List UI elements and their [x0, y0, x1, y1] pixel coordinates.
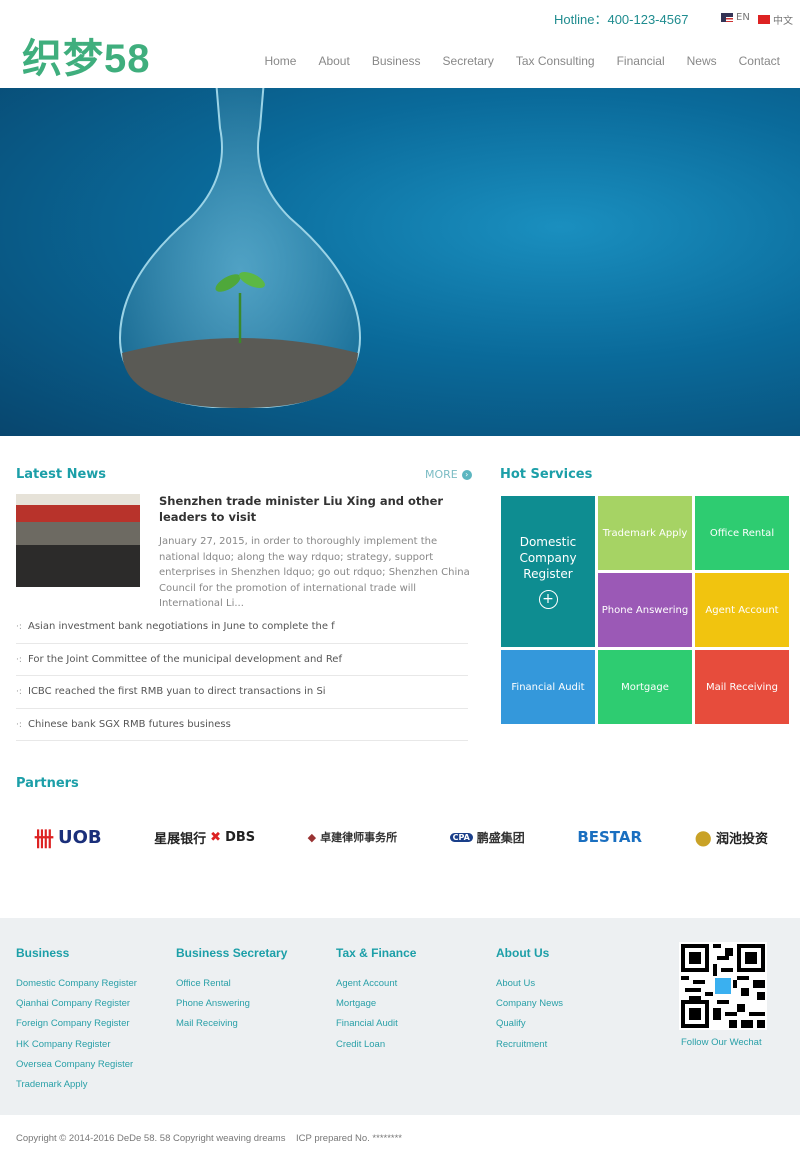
- hotline: Hotline：400-123-4567: [554, 12, 689, 27]
- cn-flag-icon: [758, 15, 770, 24]
- more-label: MORE: [425, 468, 458, 481]
- nav-home[interactable]: Home: [264, 54, 296, 68]
- nav-news[interactable]: News: [687, 54, 717, 68]
- nav-financial[interactable]: Financial: [617, 54, 665, 68]
- footer-col-title: Business: [16, 946, 70, 960]
- wechat-qr-code: [679, 942, 767, 1030]
- qr-code-icon: [681, 944, 765, 1028]
- footer-col-title: Business Secretary: [176, 946, 288, 960]
- footer-col-secretary: Business Secretary Office Rental Phone A…: [176, 946, 287, 1035]
- nav-business[interactable]: Business: [372, 54, 421, 68]
- hourglass-image: [118, 88, 362, 408]
- header: 织梦58 Hotline：400-123-4567 EN 中文 Home Abo…: [0, 0, 800, 88]
- lang-en[interactable]: EN: [721, 12, 750, 23]
- hero-banner[interactable]: [0, 88, 800, 436]
- news-item[interactable]: For the Joint Committee of the municipal…: [16, 644, 468, 676]
- arrow-circle-icon: ›: [461, 469, 472, 480]
- nav-tax-consulting[interactable]: Tax Consulting: [516, 54, 595, 68]
- footer-link[interactable]: Mail Receiving: [176, 1014, 287, 1034]
- copyright: Copyright © 2014-2016 DeDe 58. 58 Copyri…: [16, 1133, 402, 1144]
- latest-news-title: Latest News: [16, 467, 107, 482]
- tile-mail-receiving[interactable]: Mail Receiving: [695, 650, 789, 724]
- footer-col-tax-finance: Tax & Finance Agent Account Mortgage Fin…: [336, 946, 416, 1055]
- footer-link[interactable]: Foreign Company Register: [16, 1014, 137, 1034]
- news-list: Asian investment bank negotiations in Ju…: [16, 611, 468, 741]
- news-item[interactable]: ICBC reached the first RMB yuan to direc…: [16, 676, 468, 709]
- tile-financial-audit[interactable]: Financial Audit: [501, 650, 595, 724]
- footer-link[interactable]: Phone Answering: [176, 994, 287, 1014]
- news-item[interactable]: Asian investment bank negotiations in Ju…: [16, 611, 468, 644]
- partner-logo-pengsheng[interactable]: CPA 鹏盛集团: [449, 829, 525, 846]
- footer-link[interactable]: Trademark Apply: [16, 1075, 137, 1095]
- hot-services-grid: Domestic Company Register + Trademark App…: [501, 496, 790, 724]
- wechat-caption: Follow Our Wechat: [681, 1037, 762, 1048]
- footer-col-title: About Us: [496, 946, 550, 960]
- nav-about[interactable]: About: [318, 54, 349, 68]
- more-link[interactable]: MORE ›: [425, 468, 472, 481]
- nav-secretary[interactable]: Secretary: [443, 54, 494, 68]
- tile-phone-answering[interactable]: Phone Answering: [598, 573, 692, 647]
- footer-link[interactable]: Credit Loan: [336, 1035, 416, 1055]
- featured-news-title[interactable]: Shenzhen trade minister Liu Xing and oth…: [159, 493, 469, 525]
- footer-link[interactable]: Financial Audit: [336, 1014, 416, 1034]
- footer-link[interactable]: Qualify: [496, 1014, 563, 1034]
- partner-logo-zhuojian[interactable]: ◆ 卓建律师事务所: [308, 829, 397, 845]
- tile-agent-account[interactable]: Agent Account: [695, 573, 789, 647]
- footer-link[interactable]: Company News: [496, 994, 563, 1014]
- footer-col-business: Business Domestic Company Register Qianh…: [16, 946, 137, 1095]
- featured-news-image[interactable]: [16, 494, 140, 587]
- tile-label: Domestic Company Register: [519, 535, 577, 581]
- footer-col-about: About Us About Us Company News Qualify R…: [496, 946, 563, 1055]
- footer-link[interactable]: Mortgage: [336, 994, 416, 1014]
- hot-services-title: Hot Services: [500, 467, 593, 482]
- lang-cn-label: 中文: [773, 16, 793, 27]
- news-item[interactable]: Chinese bank SGX RMB futures business: [16, 709, 468, 741]
- tile-office-rental[interactable]: Office Rental: [695, 496, 789, 570]
- partner-logo-uob[interactable]: 卌 UOB: [34, 823, 102, 852]
- footer-link[interactable]: Office Rental: [176, 974, 287, 994]
- tile-domestic-company-register[interactable]: Domestic Company Register +: [501, 496, 595, 647]
- us-flag-icon: [721, 13, 733, 22]
- footer-link[interactable]: Domestic Company Register: [16, 974, 137, 994]
- plus-circle-icon: +: [538, 590, 558, 609]
- featured-news-excerpt: January 27, 2015, in order to thoroughly…: [159, 536, 470, 609]
- footer-link[interactable]: About Us: [496, 974, 563, 994]
- footer-link[interactable]: Agent Account: [336, 974, 416, 994]
- partner-logo-dbs[interactable]: 星展银行 ✖ DBS: [154, 828, 255, 847]
- lang-cn[interactable]: 中文: [758, 12, 793, 27]
- nav-contact[interactable]: Contact: [739, 54, 780, 68]
- main-nav: Home About Business Secretary Tax Consul…: [242, 54, 780, 68]
- footer-link[interactable]: Oversea Company Register: [16, 1055, 137, 1075]
- footer-link[interactable]: Recruitment: [496, 1035, 563, 1055]
- logo[interactable]: 织梦58: [22, 26, 151, 84]
- partners-logos: 卌 UOB 星展银行 ✖ DBS ◆ 卓建律师事务所 CPA 鹏盛集团 BESTAR ● 润…: [16, 812, 786, 862]
- footer-link[interactable]: HK Company Register: [16, 1035, 137, 1055]
- lang-en-label: EN: [736, 12, 750, 23]
- partner-logo-runchi[interactable]: ● 润池投资: [695, 825, 768, 849]
- copyright-text: Copyright © 2014-2016 DeDe 58. 58 Copyri…: [16, 1133, 286, 1144]
- tile-trademark-apply[interactable]: Trademark Apply: [598, 496, 692, 570]
- footer-link[interactable]: Qianhai Company Register: [16, 994, 137, 1014]
- partner-logo-bestar[interactable]: BESTAR: [577, 828, 642, 846]
- tile-mortgage[interactable]: Mortgage: [598, 650, 692, 724]
- icp-number: ICP prepared No. ********: [296, 1133, 403, 1144]
- partners-title: Partners: [16, 776, 79, 791]
- footer-col-title: Tax & Finance: [336, 946, 417, 960]
